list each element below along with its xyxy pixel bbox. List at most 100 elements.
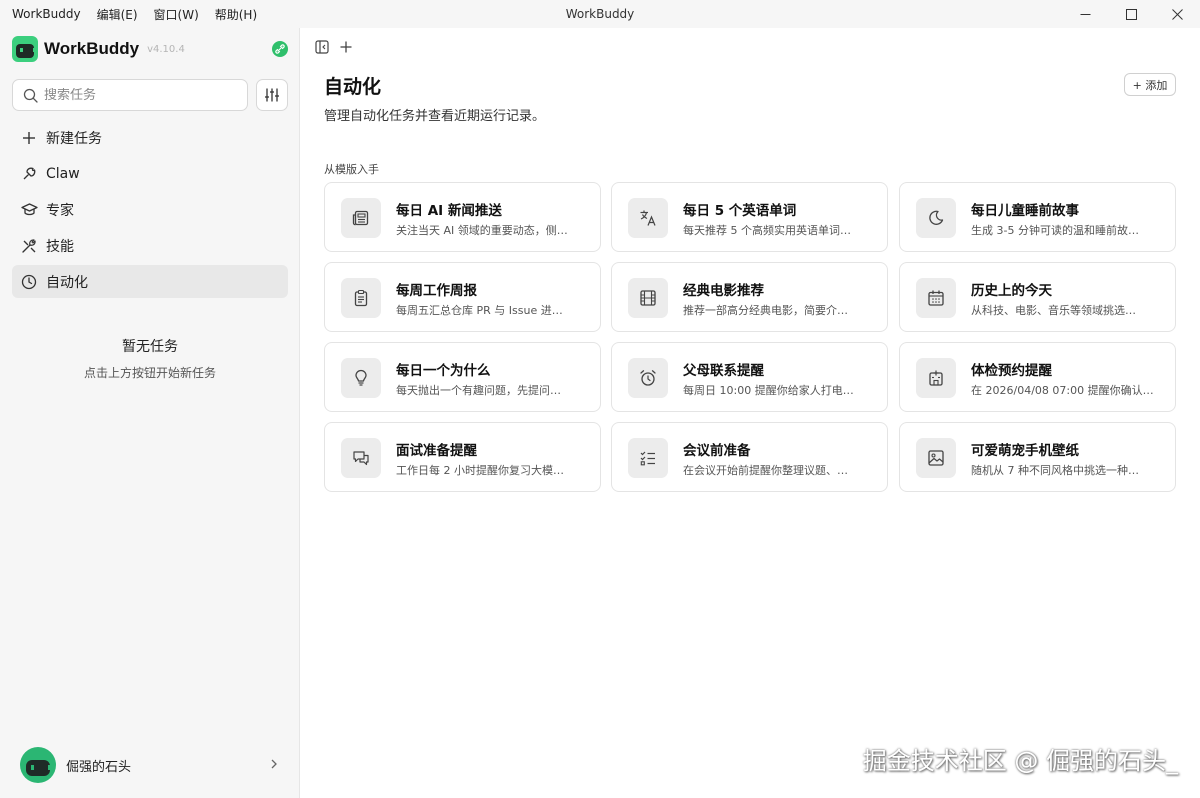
template-description: 在 2026/04/08 07:00 提醒你确认… — [971, 384, 1154, 397]
workbuddy-logo-icon — [12, 36, 38, 62]
template-card-meeting-prep[interactable]: 会议前准备 在会议开始前提醒你整理议题、… — [611, 422, 888, 492]
chat-bubbles-icon — [341, 438, 381, 478]
sidebar-item-label: 专家 — [46, 202, 74, 219]
template-title: 体检预约提醒 — [971, 363, 1052, 379]
sidebar-item-claw[interactable]: Claw — [12, 157, 288, 190]
template-title: 每日 AI 新闻推送 — [396, 203, 502, 219]
template-card-pet-wallpaper[interactable]: 可爱萌宠手机壁纸 随机从 7 种不同风格中挑选一种… — [899, 422, 1176, 492]
template-description: 推荐一部高分经典电影，简要介… — [683, 304, 848, 317]
moon-icon — [916, 198, 956, 238]
menu-window[interactable]: 窗口(W) — [154, 6, 199, 23]
sidebar-item-new-task[interactable]: 新建任务 — [12, 121, 288, 154]
template-title: 父母联系提醒 — [683, 363, 764, 379]
tools-icon — [20, 237, 38, 255]
template-title: 每日儿童睡前故事 — [971, 203, 1079, 219]
avatar — [20, 747, 56, 783]
film-icon — [628, 278, 668, 318]
empty-state-subtitle: 点击上方按钮开始新任务 — [83, 366, 216, 380]
template-description: 关注当天 AI 领域的重要动态，侧… — [396, 224, 568, 237]
search-container — [12, 79, 248, 111]
template-card-checkup-reminder[interactable]: 体检预约提醒 在 2026/04/08 07:00 提醒你确认… — [899, 342, 1176, 412]
template-description: 每天抛出一个有趣问题，先提问… — [396, 384, 561, 397]
sidebar-toggle-icon — [315, 40, 329, 54]
template-description: 从科技、电影、音乐等领域挑选… — [971, 304, 1136, 317]
brand: WorkBuddy v4.10.4 — [12, 36, 288, 62]
page-description: 管理自动化任务并查看近期运行记录。 — [324, 109, 546, 124]
search-icon — [23, 88, 38, 103]
template-description: 每周五汇总仓库 PR 与 Issue 进… — [396, 304, 563, 317]
menu-bar: WorkBuddy 编辑(E) 窗口(W) 帮助(H) — [0, 0, 273, 28]
sidebar-nav: 新建任务 Claw 专家 技能 自动化 — [12, 121, 288, 301]
window-controls — [1062, 0, 1200, 28]
image-icon — [916, 438, 956, 478]
sidebar-item-label: Claw — [46, 165, 80, 182]
template-description: 生成 3-5 分钟可读的温和睡前故… — [971, 224, 1139, 237]
empty-state-title: 暂无任务 — [122, 339, 178, 355]
main-content: 自动化 管理自动化任务并查看近期运行记录。 + 添加 从模版入手 每日 AI 新… — [301, 28, 1200, 798]
sidebar-item-label: 自动化 — [46, 274, 88, 291]
minimize-button[interactable] — [1062, 0, 1108, 28]
template-description: 每周日 10:00 提醒你给家人打电… — [683, 384, 854, 397]
add-button[interactable]: + 添加 — [1124, 73, 1176, 96]
title-bar: WorkBuddy 编辑(E) 窗口(W) 帮助(H) WorkBuddy — [0, 0, 1200, 28]
sliders-icon — [265, 88, 279, 102]
filter-button[interactable] — [256, 79, 288, 111]
template-description: 工作日每 2 小时提醒你复习大模… — [396, 464, 564, 477]
template-title: 每日一个为什么 — [396, 363, 491, 379]
template-title: 每日 5 个英语单词 — [683, 203, 797, 219]
close-button[interactable] — [1154, 0, 1200, 28]
toggle-sidebar-button[interactable] — [311, 38, 333, 56]
minimize-icon — [1080, 13, 1090, 15]
menu-app[interactable]: WorkBuddy — [12, 7, 81, 21]
brand-name: WorkBuddy — [44, 39, 140, 58]
maximize-icon — [1125, 8, 1137, 20]
maximize-button[interactable] — [1108, 0, 1154, 28]
template-card-parents-reminder[interactable]: 父母联系提醒 每周日 10:00 提醒你给家人打电… — [611, 342, 888, 412]
template-card-history-today[interactable]: 历史上的今天 从科技、电影、音乐等领域挑选… — [899, 262, 1176, 332]
template-card-weekly-report[interactable]: 每周工作周报 每周五汇总仓库 PR 与 Issue 进… — [324, 262, 601, 332]
template-card-bedtime-story[interactable]: 每日儿童睡前故事 生成 3-5 分钟可读的温和睡前故… — [899, 182, 1176, 252]
calendar-icon — [916, 278, 956, 318]
graduation-cap-icon — [20, 201, 38, 219]
template-title: 历史上的今天 — [971, 283, 1052, 299]
checklist-icon — [628, 438, 668, 478]
sidebar-item-automation[interactable]: 自动化 — [12, 265, 288, 298]
claw-icon — [20, 165, 38, 183]
template-card-daily-why[interactable]: 每日一个为什么 每天抛出一个有趣问题，先提问… — [324, 342, 601, 412]
search-box — [12, 79, 248, 111]
template-title: 经典电影推荐 — [683, 283, 764, 299]
template-description: 每天推荐 5 个高频实用英语单词… — [683, 224, 851, 237]
plus-icon — [340, 41, 352, 53]
close-icon — [1171, 8, 1183, 20]
template-card-english-words[interactable]: 每日 5 个英语单词 每天推荐 5 个高频实用英语单词… — [611, 182, 888, 252]
template-title: 面试准备提醒 — [396, 443, 477, 459]
section-label: 从模版入手 — [324, 163, 379, 176]
alarm-clock-icon — [628, 358, 668, 398]
main-toolbar — [311, 38, 359, 56]
clock-icon — [20, 273, 38, 291]
new-tab-button[interactable] — [335, 38, 357, 56]
user-profile[interactable]: 倔强的石头 — [20, 747, 288, 783]
template-title: 每周工作周报 — [396, 283, 477, 299]
sidebar-item-label: 新建任务 — [46, 130, 102, 147]
search-input[interactable] — [44, 87, 234, 103]
plus-icon — [20, 129, 38, 147]
version-label: v4.10.4 — [147, 43, 185, 55]
newspaper-icon — [341, 198, 381, 238]
template-card-movie[interactable]: 经典电影推荐 推荐一部高分经典电影，简要介… — [611, 262, 888, 332]
menu-help[interactable]: 帮助(H) — [215, 6, 257, 23]
clipboard-icon — [341, 278, 381, 318]
link-status-icon[interactable] — [272, 41, 288, 57]
lightbulb-icon — [341, 358, 381, 398]
sidebar-item-experts[interactable]: 专家 — [12, 193, 288, 226]
page-title: 自动化 — [324, 76, 382, 98]
watermark: 掘金技术社区 @ 倔强的石头_ — [862, 747, 1178, 775]
template-title: 可爱萌宠手机壁纸 — [971, 443, 1079, 459]
user-name: 倔强的石头 — [66, 759, 132, 775]
template-description: 在会议开始前提醒你整理议题、… — [683, 464, 848, 477]
sidebar-item-skills[interactable]: 技能 — [12, 229, 288, 262]
template-card-interview-prep[interactable]: 面试准备提醒 工作日每 2 小时提醒你复习大模… — [324, 422, 601, 492]
hospital-icon — [916, 358, 956, 398]
template-card-ai-news[interactable]: 每日 AI 新闻推送 关注当天 AI 领域的重要动态，侧… — [324, 182, 601, 252]
menu-edit[interactable]: 编辑(E) — [97, 6, 138, 23]
